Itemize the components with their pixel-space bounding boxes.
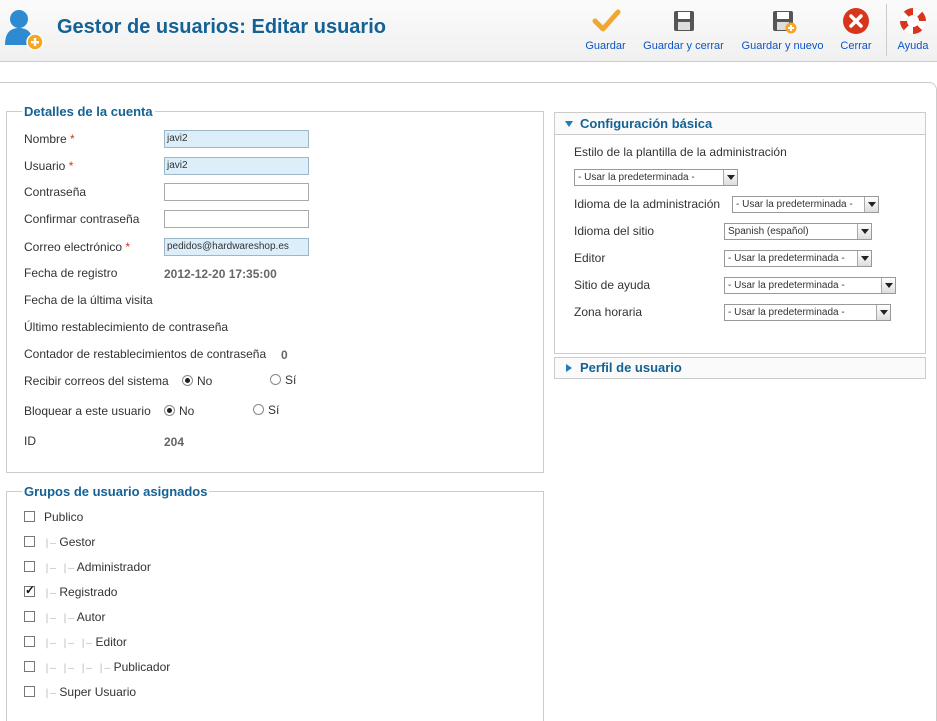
username-label: Usuario *: [24, 159, 74, 173]
admin-style-select[interactable]: - Usar la predeterminada -: [574, 169, 738, 186]
user-profile-toggle[interactable]: Perfil de usuario: [554, 357, 926, 379]
timezone-select[interactable]: - Usar la predeterminada -: [724, 304, 891, 321]
toolbar-separator: [886, 4, 887, 56]
checkbox-icon[interactable]: [24, 611, 35, 622]
checkbox-icon[interactable]: [24, 661, 35, 672]
group-row-editor[interactable]: |— |— |— Editor: [24, 635, 127, 651]
confirm-password-field[interactable]: [164, 210, 309, 228]
save-close-label: Guardar y cerrar: [643, 40, 724, 52]
save-new-label: Guardar y nuevo: [741, 40, 824, 52]
triangle-right-icon: [566, 364, 572, 372]
email-field[interactable]: pedidos@hardwareshop.es: [164, 238, 309, 256]
basic-settings-toggle[interactable]: Configuración básica: [555, 113, 925, 135]
send-email-no-radio[interactable]: No: [182, 374, 212, 388]
site-language-label: Idioma del sitio: [574, 224, 655, 238]
register-date-label: Fecha de registro: [24, 266, 118, 280]
user-add-icon: [5, 10, 44, 51]
group-row-registrado[interactable]: |— Registrado: [24, 583, 117, 601]
reset-count-label: Contador de restablecimientos de contras…: [24, 347, 267, 361]
user-profile-header: Perfil de usuario: [555, 358, 925, 378]
checkbox-checked-icon[interactable]: [24, 583, 35, 597]
editor-label: Editor: [574, 251, 606, 265]
username-field[interactable]: javi2: [164, 157, 309, 175]
save-close-button[interactable]: Guardar y cerrar: [640, 6, 727, 56]
group-row-publico[interactable]: Publico: [24, 510, 83, 526]
block-no-radio[interactable]: No: [164, 404, 194, 418]
close-button[interactable]: Cerrar: [838, 6, 874, 56]
password-label: Contraseña: [24, 185, 87, 199]
save-new-button[interactable]: Guardar y nuevo: [740, 6, 825, 56]
basic-settings-title: Configuración básica: [580, 116, 713, 131]
last-visit-label: Fecha de la última visita: [24, 293, 153, 307]
password-field[interactable]: [164, 183, 309, 201]
radio-checked-icon: [164, 405, 175, 416]
radio-checked-icon: [182, 375, 193, 386]
chevron-down-icon: [876, 305, 890, 320]
toolbar-header: Gestor de usuarios: Editar usuario Guard…: [0, 0, 937, 62]
block-user-label: Bloquear a este usuario: [24, 404, 151, 418]
user-groups-legend: Grupos de usuario asignados: [24, 484, 208, 499]
help-site-label: Sitio de ayuda: [574, 278, 651, 292]
account-details-legend: Detalles de la cuenta: [24, 104, 153, 119]
group-row-gestor[interactable]: |— Gestor: [24, 535, 95, 551]
page-title: Gestor de usuarios: Editar usuario: [57, 16, 386, 38]
confirm-password-label: Confirmar contraseña: [24, 212, 140, 226]
chevron-down-icon: [881, 278, 895, 293]
block-yes-radio[interactable]: Sí: [253, 403, 279, 417]
id-label: ID: [24, 434, 36, 448]
editor-select[interactable]: - Usar la predeterminada -: [724, 250, 872, 267]
save-new-icon: [772, 11, 796, 34]
admin-style-label: Estilo de la plantilla de la administrac…: [574, 145, 787, 159]
chevron-down-icon: [864, 197, 878, 212]
group-row-autor[interactable]: |— |— Autor: [24, 610, 105, 626]
help-button[interactable]: Ayuda: [894, 6, 932, 56]
group-row-super-usuario[interactable]: |— Super Usuario: [24, 685, 136, 701]
help-label: Ayuda: [897, 40, 929, 52]
triangle-down-icon: [565, 121, 573, 127]
admin-language-select[interactable]: - Usar la predeterminada -: [732, 196, 879, 213]
chevron-down-icon: [857, 224, 871, 239]
chevron-down-icon: [857, 251, 871, 266]
save-icon: [673, 11, 694, 31]
send-email-yes-radio[interactable]: Sí: [270, 373, 296, 387]
checkbox-icon[interactable]: [24, 686, 35, 697]
chevron-down-icon: [723, 170, 737, 185]
register-date-value: 2012-12-20 17:35:00: [164, 267, 277, 281]
help-site-select[interactable]: - Usar la predeterminada -: [724, 277, 896, 294]
group-row-publicador[interactable]: |— |— |— |— Publicador: [24, 660, 170, 676]
close-icon: [843, 8, 869, 34]
timezone-label: Zona horaria: [574, 305, 643, 319]
check-icon: [592, 9, 620, 32]
close-label: Cerrar: [840, 40, 872, 52]
email-label: Correo electrónico *: [24, 240, 131, 254]
admin-language-label: Idioma de la administración: [574, 197, 721, 211]
name-field[interactable]: javi2: [164, 130, 309, 148]
checkbox-icon[interactable]: [24, 511, 35, 522]
send-email-label: Recibir correos del sistema: [24, 374, 169, 388]
help-lifebuoy-icon: [900, 7, 926, 35]
last-reset-label: Último restablecimiento de contraseña: [24, 320, 229, 334]
user-profile-title: Perfil de usuario: [580, 360, 682, 375]
checkbox-icon[interactable]: [24, 561, 35, 572]
name-label: Nombre *: [24, 132, 75, 146]
radio-unchecked-icon: [270, 374, 281, 385]
radio-unchecked-icon: [253, 404, 264, 415]
save-label: Guardar: [585, 40, 626, 52]
id-value: 204: [164, 435, 185, 449]
site-language-select[interactable]: Spanish (español): [724, 223, 872, 240]
reset-count-value: 0: [281, 348, 288, 362]
save-button[interactable]: Guardar: [583, 6, 628, 56]
group-row-administrador[interactable]: |— |— Administrador: [24, 560, 151, 576]
checkbox-icon[interactable]: [24, 536, 35, 547]
checkbox-icon[interactable]: [24, 636, 35, 647]
